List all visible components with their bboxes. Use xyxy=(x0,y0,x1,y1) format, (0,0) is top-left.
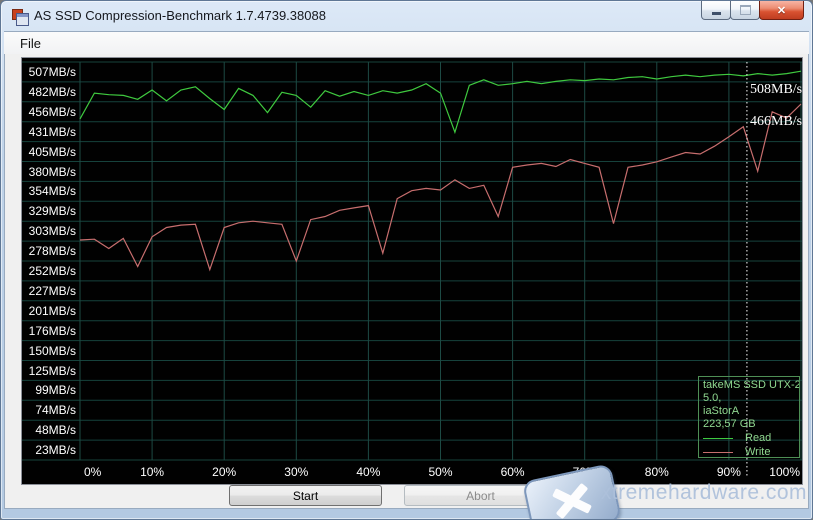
legend-entry-write: Write xyxy=(703,445,799,458)
x-tick-label: 40% xyxy=(338,464,398,480)
y-tick-label: 48MB/s xyxy=(22,422,76,438)
legend-read-label: Read xyxy=(745,432,771,445)
y-tick-label: 23MB/s xyxy=(22,442,76,458)
x-tick-label: 10% xyxy=(122,464,182,480)
x-tick-label: 90% xyxy=(699,464,759,480)
app-icon xyxy=(12,9,28,25)
x-tick-label: 100% xyxy=(769,464,800,480)
y-tick-label: 201MB/s xyxy=(22,303,76,319)
write-line-swatch xyxy=(703,452,733,453)
y-tick-label: 431MB/s xyxy=(22,124,76,140)
legend-driver: iaStorA xyxy=(703,405,799,418)
y-tick-label: 482MB/s xyxy=(22,84,76,100)
maximize-icon xyxy=(740,5,751,15)
read-line-swatch xyxy=(703,438,733,439)
write-speed-label: 466MB/s xyxy=(750,114,802,130)
y-tick-label: 150MB/s xyxy=(22,343,76,359)
minimize-button[interactable] xyxy=(701,1,731,20)
x-tick-label: 0% xyxy=(84,464,101,480)
y-tick-label: 99MB/s xyxy=(22,382,76,398)
y-tick-label: 507MB/s xyxy=(22,64,76,80)
menu-bar: File xyxy=(4,32,809,54)
y-tick-label: 354MB/s xyxy=(22,183,76,199)
x-tick-label: 50% xyxy=(411,464,471,480)
window-title: AS SSD Compression-Benchmark 1.7.4739.38… xyxy=(34,8,326,23)
menu-item-file[interactable]: File xyxy=(10,34,51,53)
legend-write-label: Write xyxy=(745,446,770,459)
maximize-button[interactable] xyxy=(730,1,760,20)
y-tick-label: 252MB/s xyxy=(22,263,76,279)
close-icon: ✕ xyxy=(777,4,786,17)
legend-capacity: 223,57 GB xyxy=(703,418,799,431)
y-tick-label: 125MB/s xyxy=(22,363,76,379)
chart-legend: takeMS SSD UTX-2 5.0, iaStorA 223,57 GB … xyxy=(698,376,800,458)
y-tick-label: 227MB/s xyxy=(22,283,76,299)
chart-svg xyxy=(22,58,802,482)
y-tick-label: 456MB/s xyxy=(22,104,76,120)
legend-entry-read: Read xyxy=(703,431,799,445)
legend-device-firmware: 5.0, xyxy=(703,392,799,405)
watermark-text: xtremehardware.com xyxy=(601,481,807,505)
read-speed-label: 508MB/s xyxy=(750,82,802,98)
y-tick-label: 278MB/s xyxy=(22,243,76,259)
benchmark-chart: 507MB/s 482MB/s 456MB/s 431MB/s 405MB/s 380MB… xyxy=(21,57,803,485)
x-tick-label: 80% xyxy=(627,464,687,480)
start-button[interactable]: Start xyxy=(229,485,382,506)
y-tick-label: 303MB/s xyxy=(22,223,76,239)
minimize-icon xyxy=(712,12,721,15)
close-button[interactable]: ✕ xyxy=(759,1,804,20)
x-tick-label: 30% xyxy=(266,464,326,480)
title-bar[interactable]: AS SSD Compression-Benchmark 1.7.4739.38… xyxy=(1,1,812,31)
y-tick-label: 329MB/s xyxy=(22,203,76,219)
y-tick-label: 405MB/s xyxy=(22,144,76,160)
x-tick-label: 60% xyxy=(483,464,543,480)
x-tick-label: 20% xyxy=(194,464,254,480)
y-tick-label: 74MB/s xyxy=(22,402,76,418)
y-tick-label: 380MB/s xyxy=(22,164,76,180)
app-window: AS SSD Compression-Benchmark 1.7.4739.38… xyxy=(0,0,813,520)
legend-device-name: takeMS SSD UTX-2 xyxy=(703,379,799,392)
y-tick-label: 176MB/s xyxy=(22,323,76,339)
